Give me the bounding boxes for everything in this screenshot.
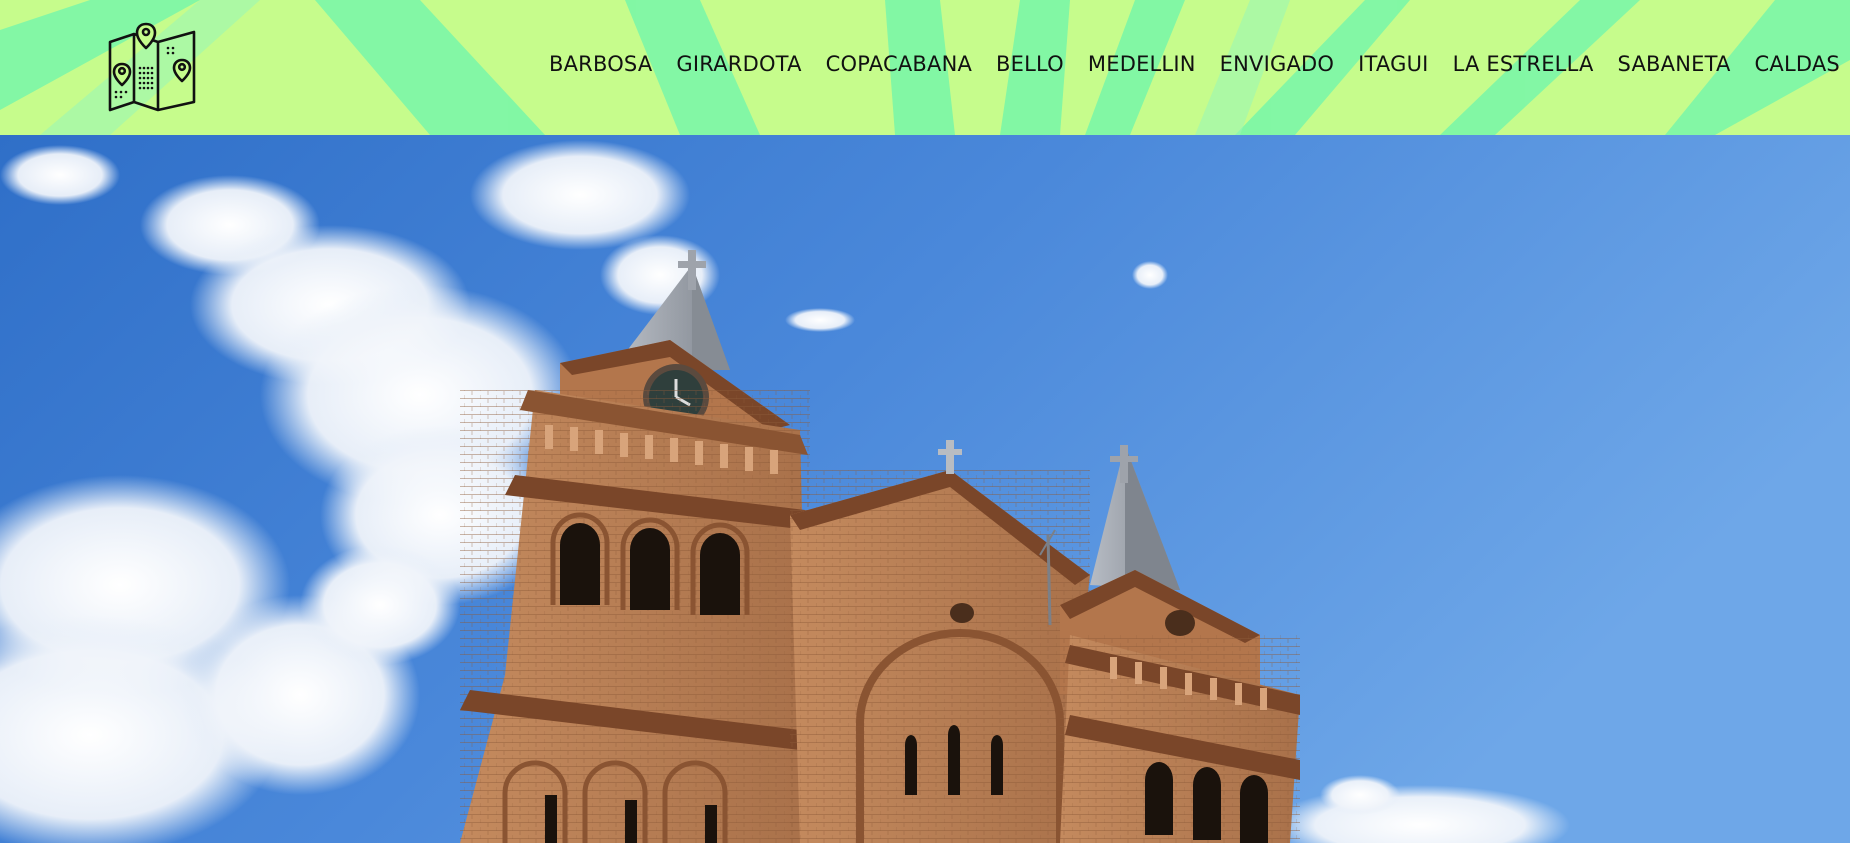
nav-link-bello[interactable]: BELLO [996,50,1064,78]
nav-link-la-estrella[interactable]: LA ESTRELLA [1453,50,1594,78]
nav-link-caldas[interactable]: CALDAS [1755,50,1840,78]
nav-link-girardota[interactable]: GIRARDOTA [676,50,801,78]
folded-map-with-pins-icon[interactable] [104,20,200,116]
hero-church-image [0,135,1850,843]
nav-link-barbosa[interactable]: BARBOSA [549,50,652,78]
nav-link-envigado[interactable]: ENVIGADO [1220,50,1334,78]
site-header: BARBOSA GIRARDOTA COPACABANA BELLO MEDEL… [0,0,1850,135]
hero-banner [0,135,1850,843]
nav-link-itagui[interactable]: ITAGUI [1358,50,1428,78]
nav-link-copacabana[interactable]: COPACABANA [826,50,972,78]
main-navigation: BARBOSA GIRARDOTA COPACABANA BELLO MEDEL… [549,50,1850,78]
nav-link-sabaneta[interactable]: SABANETA [1618,50,1731,78]
page: BARBOSA GIRARDOTA COPACABANA BELLO MEDEL… [0,0,1850,843]
nav-link-medellin[interactable]: MEDELLIN [1088,50,1196,78]
